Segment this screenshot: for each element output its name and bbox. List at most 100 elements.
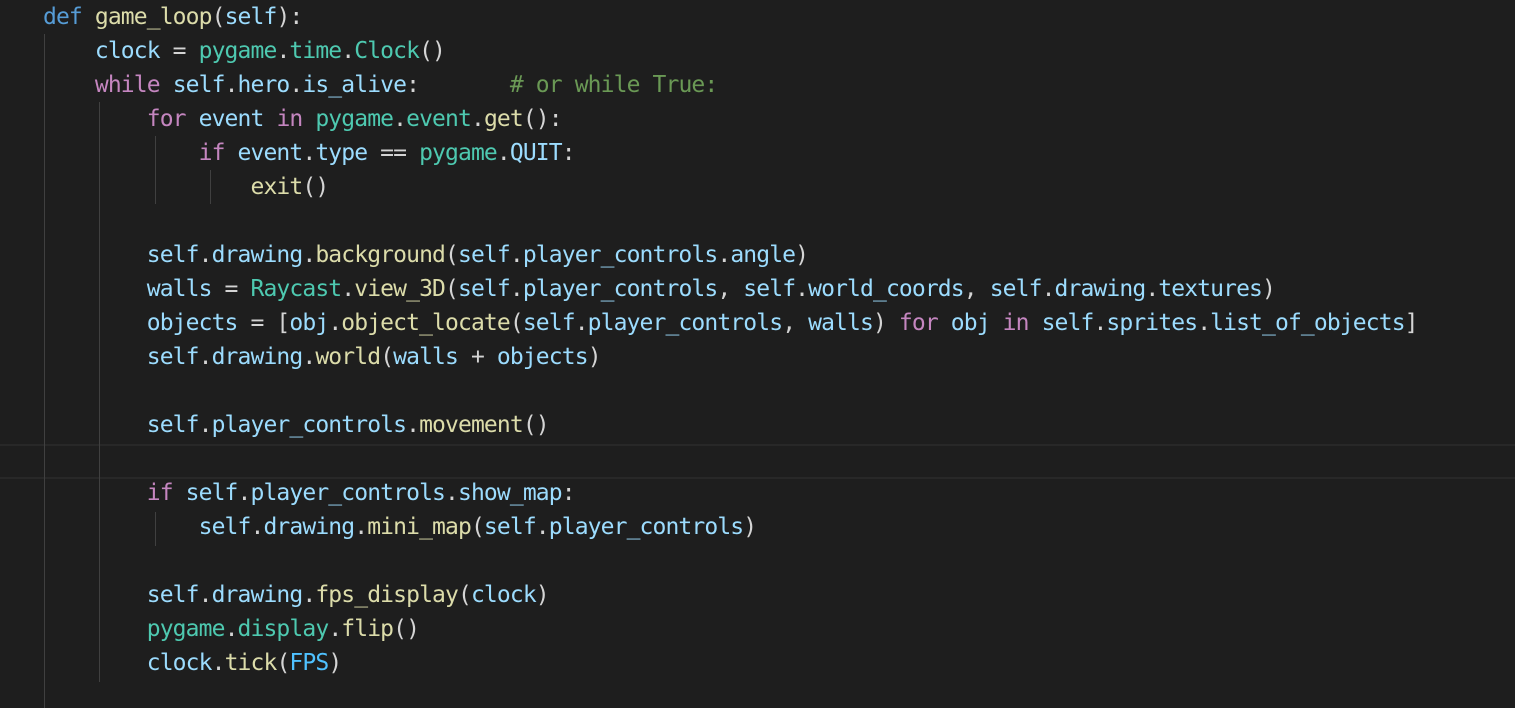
code-token: in: [1002, 310, 1030, 336]
code-token: ): [535, 582, 550, 608]
code-token: Clock: [354, 38, 420, 64]
code-token: obj: [289, 310, 329, 336]
code-token: ]: [1404, 310, 1419, 336]
code-line[interactable]: [43, 442, 1418, 476]
code-token: .: [341, 38, 355, 64]
code-token: self: [172, 72, 226, 98]
code-line[interactable]: [43, 204, 1418, 238]
code-line[interactable]: [43, 374, 1418, 408]
code-token: .: [341, 276, 355, 302]
code-token: :: [406, 72, 510, 98]
code-token: for: [898, 310, 939, 336]
code-token: .: [354, 514, 368, 540]
code-token: clock: [470, 582, 537, 608]
code-token: walls: [146, 276, 213, 302]
code-token: pygame: [315, 106, 394, 132]
code-token: pygame: [419, 140, 498, 166]
code-token: FPS: [289, 650, 329, 676]
code-line[interactable]: [43, 544, 1418, 578]
code-token: event: [406, 106, 472, 132]
code-line[interactable]: clock = pygame.time.Clock(): [43, 34, 1418, 68]
code-token: time: [289, 38, 342, 64]
code-token: player_controls: [522, 242, 718, 268]
code-line[interactable]: self.player_controls.movement(): [43, 408, 1418, 442]
code-token: walls: [808, 310, 874, 336]
code-token: while: [94, 72, 161, 98]
code-token: ): [328, 650, 342, 676]
code-token: .: [198, 582, 213, 608]
code-token: self: [458, 276, 511, 302]
code-token: clock: [146, 650, 213, 676]
code-token: obj: [950, 310, 991, 336]
code-token: .: [393, 106, 407, 132]
code-token: objects: [496, 344, 589, 370]
code-token: .: [1145, 276, 1159, 302]
code-line[interactable]: exit(): [43, 170, 1418, 204]
code-token: flip: [341, 616, 394, 642]
code-text[interactable]: def game_loop(self): clock = pygame.time…: [43, 0, 1419, 680]
code-token: :: [561, 140, 576, 166]
code-token: drawing: [211, 582, 304, 608]
code-token: (: [445, 276, 459, 302]
code-token: = [: [237, 310, 290, 336]
code-token: +: [458, 344, 497, 370]
code-line[interactable]: objects = [obj.object_locate(self.player…: [43, 306, 1419, 340]
code-token: event: [198, 106, 265, 132]
code-line[interactable]: for event in pygame.event.get():: [43, 102, 1418, 136]
code-token: self: [224, 4, 278, 30]
code-token: (: [457, 582, 472, 608]
code-token: angle: [730, 242, 796, 268]
code-token: .: [302, 242, 316, 268]
code-line[interactable]: pygame.display.flip(): [43, 612, 1418, 646]
code-token: player_controls: [211, 412, 407, 438]
code-token: player_controls: [250, 480, 446, 506]
code-token: display: [237, 616, 330, 642]
code-token: .: [224, 616, 239, 642]
code-token: view_3D: [354, 276, 446, 302]
code-token: list_of_objects: [1210, 310, 1405, 336]
code-token: for: [146, 106, 187, 132]
code-token: .: [445, 480, 459, 506]
code-token: .: [1197, 310, 1211, 336]
code-token: movement: [419, 412, 524, 438]
code-token: self: [522, 310, 576, 336]
code-token: .: [198, 344, 213, 370]
code-token: hero: [237, 72, 291, 98]
code-token: get: [483, 106, 524, 132]
code-line[interactable]: self.drawing.fps_display(clock): [43, 578, 1418, 612]
code-line[interactable]: def game_loop(self):: [43, 0, 1418, 34]
code-token: pygame: [146, 616, 226, 642]
code-token: ): [1262, 276, 1276, 302]
code-line[interactable]: self.drawing.background(self.player_cont…: [43, 238, 1418, 272]
code-token: .: [470, 106, 485, 132]
code-line[interactable]: if event.type == pygame.QUIT:: [43, 136, 1418, 170]
code-token: sprites: [1106, 310, 1198, 336]
code-line[interactable]: if self.player_controls.show_map:: [43, 476, 1418, 510]
code-token: (: [509, 310, 524, 336]
code-token: player_controls: [548, 514, 744, 540]
code-token: walls: [393, 344, 459, 370]
code-line[interactable]: self.drawing.mini_map(self.player_contro…: [43, 510, 1418, 544]
code-line[interactable]: clock.tick(FPS): [43, 646, 1418, 680]
code-token: textures: [1158, 276, 1263, 302]
code-token: (: [276, 650, 290, 676]
code-token: .: [302, 344, 316, 370]
code-token: Raycast: [250, 276, 343, 302]
code-line[interactable]: while self.hero.is_alive: # or while Tru…: [43, 68, 1418, 102]
code-token: .: [509, 242, 524, 268]
code-editor[interactable]: def game_loop(self): clock = pygame.time…: [0, 0, 1515, 708]
code-token: .: [496, 140, 511, 166]
code-token: if: [146, 480, 174, 506]
code-line[interactable]: walls = Raycast.view_3D(self.player_cont…: [43, 272, 1418, 306]
code-line[interactable]: self.drawing.world(walls + objects): [43, 340, 1418, 374]
